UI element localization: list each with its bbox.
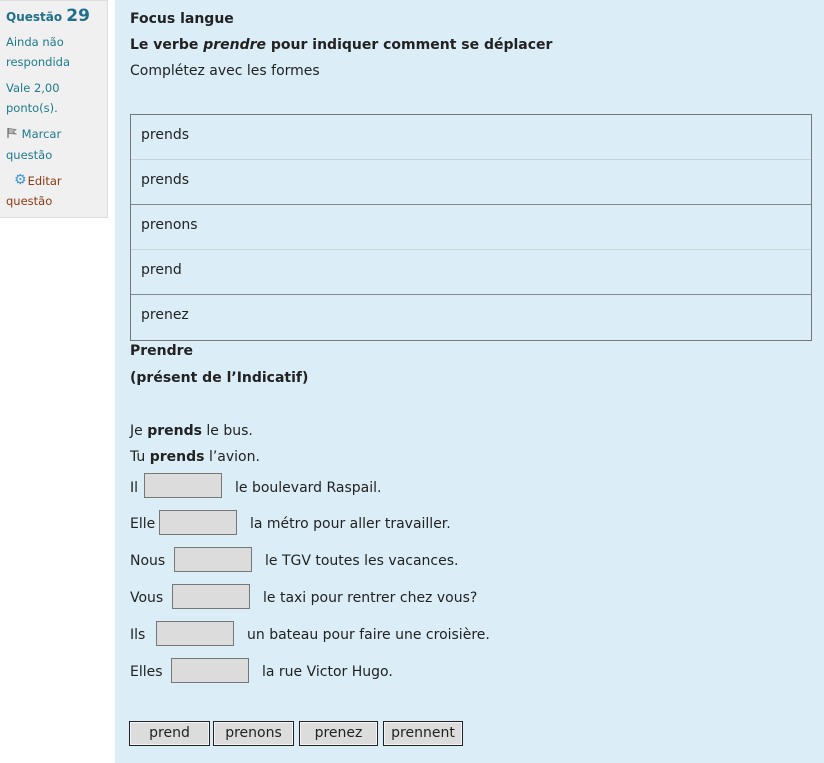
sentence-rest: le TGV toutes les vacances. [265,553,459,569]
gear-icon: ⚙ [14,172,27,188]
question-grade: Vale 2,00 ponto(s). [6,78,107,118]
example-sentence: Je prends le bus. [130,423,253,439]
drop-zone[interactable] [174,547,252,572]
question-number: Questão 29 [6,7,107,26]
drag-choice[interactable]: prenez [299,721,378,746]
sentence-subject: Elles [130,664,163,680]
drop-zone[interactable] [171,658,249,683]
drag-choice[interactable]: prennent [383,721,463,746]
question-label: Questão [6,10,63,24]
question-instruction: Complétez avec les formes [130,63,320,79]
edit-label: questão [6,194,53,208]
sentence-subject: Elle [130,516,156,532]
tense-heading: (présent de l’Indicatif) [130,370,309,386]
drop-zone[interactable] [172,584,250,609]
question-state-line: respondida [6,55,71,69]
question-number-value: 29 [66,6,90,26]
example-sentence: Tu prends l’avion. [130,449,260,465]
flag-label: questão [6,147,53,162]
sentence-rest: le taxi pour rentrer chez vous? [263,590,478,606]
question-text: Focus langue Le verbe prendre pour indiq… [130,8,552,86]
question-state: Ainda não respondida [6,32,107,72]
table-row: prend [131,250,811,295]
question-content: Focus langue Le verbe prendre pour indiq… [115,0,824,763]
flag-label: Marcar [21,127,62,141]
drag-choice[interactable]: prenons [213,721,294,746]
flag-icon [6,125,18,145]
sentence-rest: le boulevard Raspail. [235,480,382,496]
table-row: prenez [141,307,189,323]
verb-heading: Prendre [130,343,194,359]
question-title: Focus langue [130,11,234,27]
flag-question-link[interactable]: Marcar questão [6,124,107,165]
drop-zone[interactable] [159,510,237,535]
edit-question-link[interactable]: ⚙Editar questão [6,171,107,212]
forms-table: prends prends prenons prend prenez [130,114,812,341]
sentence-rest: la rue Victor Hugo. [262,664,393,680]
sentence-rest: la métro pour aller travailler. [250,516,451,532]
sentence-subject: Vous [130,590,164,606]
drop-zone[interactable] [144,473,222,498]
question-state-line: Ainda não [6,35,64,49]
question-info-panel: Questão 29 Ainda não respondida Vale 2,0… [0,0,108,218]
question-grade-line: Vale 2,00 [6,81,60,95]
question-subtitle: Le verbe prendre pour indiquer comment s… [130,37,553,53]
sentence-rest: un bateau pour faire une croisière. [247,627,490,643]
drop-zone[interactable] [156,621,234,646]
sentence-subject: Nous [130,553,166,569]
table-row: prends [131,160,811,205]
table-row: prenons [131,205,811,250]
drag-choice[interactable]: prend [129,721,210,746]
table-row: prends [131,115,811,160]
question-grade-line: ponto(s). [6,101,58,115]
sentence-subject: Il [130,480,139,496]
sentence-subject: Ils [130,627,146,643]
edit-label: Editar [27,173,62,188]
